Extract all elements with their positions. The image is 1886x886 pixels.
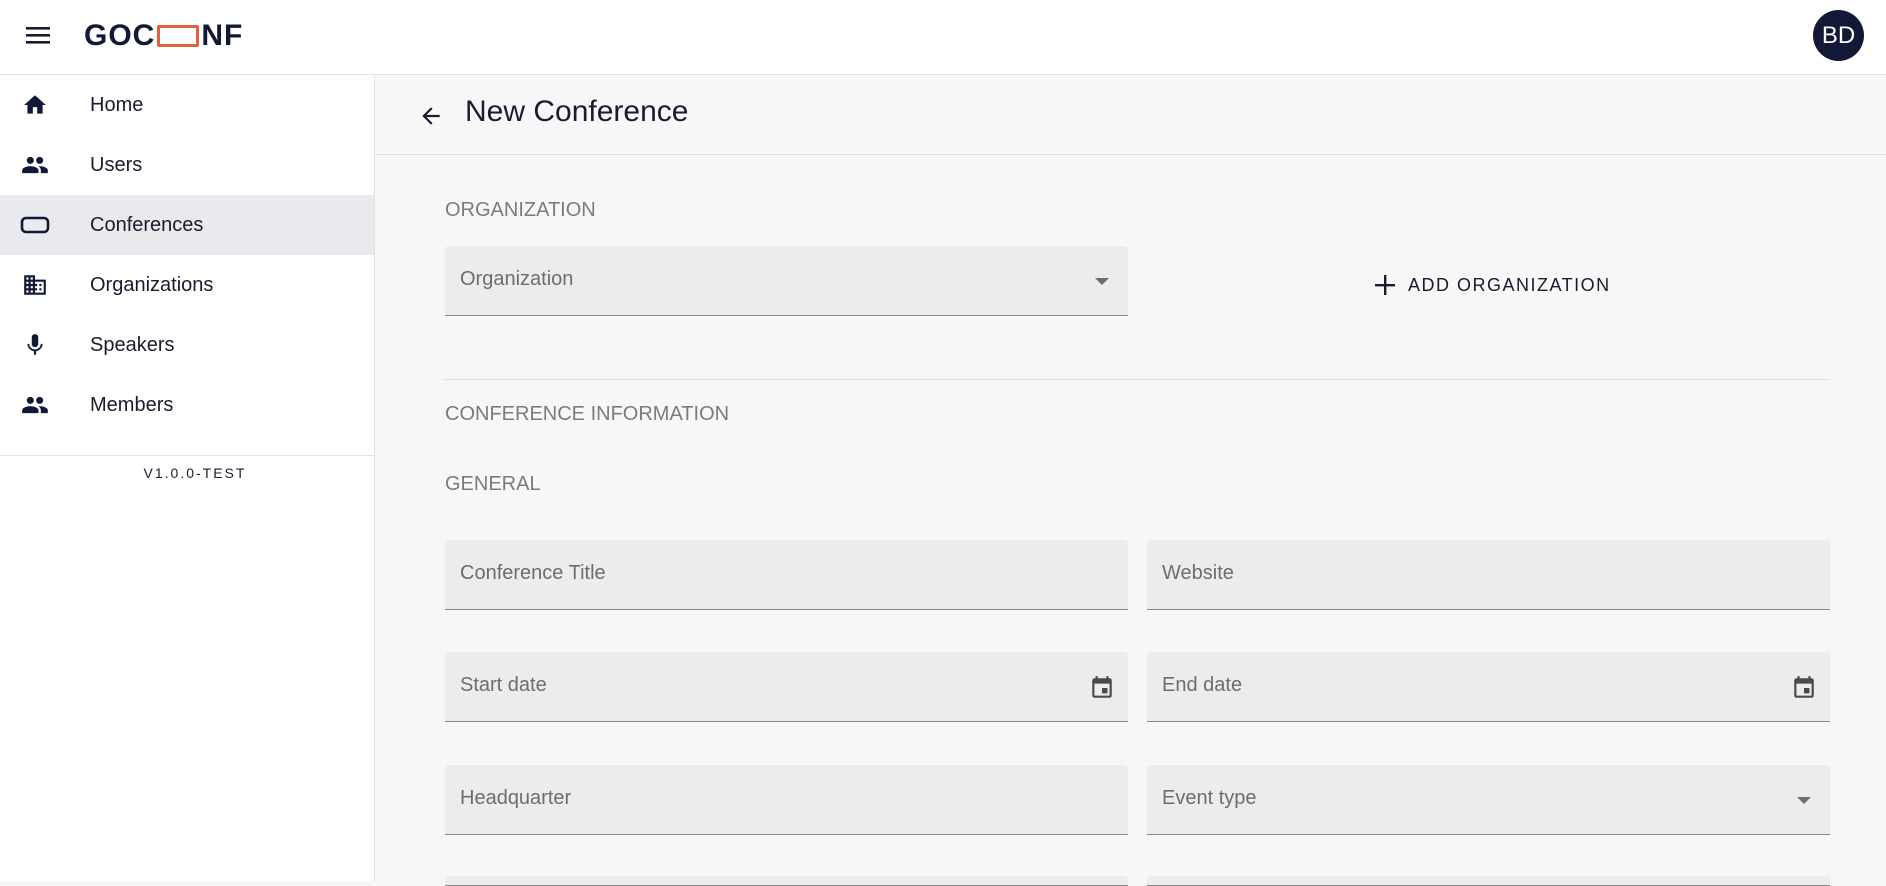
start-date-field[interactable]: Start date xyxy=(445,652,1128,722)
sidebar-item-label: Home xyxy=(90,93,144,116)
app-version: V1.0.0-TEST xyxy=(143,465,247,481)
logo-text-start: GOC xyxy=(84,19,156,52)
plus-icon xyxy=(1370,270,1400,300)
end-date-placeholder: End date xyxy=(1162,674,1243,696)
home-icon xyxy=(20,90,50,120)
sidebar-item-members[interactable]: Members xyxy=(0,375,374,435)
users-icon xyxy=(20,150,50,180)
microphone-icon xyxy=(20,330,50,360)
back-arrow-icon[interactable] xyxy=(414,99,448,133)
calendar-icon[interactable] xyxy=(1088,674,1116,702)
menu-icon[interactable] xyxy=(20,20,58,50)
sidebar-item-organizations[interactable]: Organizations xyxy=(0,255,374,315)
organization-placeholder: Organization xyxy=(460,268,574,290)
conference-title-placeholder: Conference Title xyxy=(460,562,606,584)
next-field-right[interactable] xyxy=(1147,876,1830,886)
page-title: New Conference xyxy=(465,95,689,128)
general-section-title: GENERAL xyxy=(445,473,541,495)
calendar-icon[interactable] xyxy=(1790,674,1818,702)
page-header: New Conference xyxy=(376,75,1886,155)
top-app-bar: GOC NF BD xyxy=(0,0,1886,75)
logo-mark-icon xyxy=(157,25,200,47)
website-field[interactable]: Website xyxy=(1147,540,1830,610)
start-date-placeholder: Start date xyxy=(460,674,547,696)
add-organization-button[interactable]: ADD ORGANIZATION xyxy=(1370,265,1611,305)
organization-section-title: ORGANIZATION xyxy=(445,199,596,221)
main-content: New Conference ORGANIZATION Organization… xyxy=(376,75,1886,886)
sidebar-item-label: Conferences xyxy=(90,213,204,236)
sidebar-item-speakers[interactable]: Speakers xyxy=(0,315,374,375)
sidebar-item-users[interactable]: Users xyxy=(0,135,374,195)
dropdown-arrow-icon xyxy=(1088,268,1116,296)
sidebar-divider xyxy=(0,455,374,456)
headquarter-field[interactable]: Headquarter xyxy=(445,765,1128,835)
event-type-select[interactable]: Event type xyxy=(1147,765,1830,835)
organization-select[interactable]: Organization xyxy=(445,246,1128,316)
sidebar-item-label: Users xyxy=(90,153,143,176)
members-icon xyxy=(20,390,50,420)
sidebar-item-conferences[interactable]: Conferences xyxy=(0,195,374,255)
conference-icon xyxy=(20,210,50,240)
conference-title-field[interactable]: Conference Title xyxy=(445,540,1128,610)
headquarter-placeholder: Headquarter xyxy=(460,787,572,809)
event-type-placeholder: Event type xyxy=(1162,787,1257,809)
dropdown-arrow-icon xyxy=(1790,787,1818,815)
app-logo[interactable]: GOC NF xyxy=(84,18,243,54)
next-field-left[interactable] xyxy=(445,876,1128,886)
organization-icon xyxy=(20,270,50,300)
website-placeholder: Website xyxy=(1162,562,1234,584)
add-organization-label: ADD ORGANIZATION xyxy=(1408,274,1611,295)
sidebar-item-home[interactable]: Home xyxy=(0,75,374,135)
sidebar-item-label: Organizations xyxy=(90,273,214,296)
sidebar-item-label: Speakers xyxy=(90,333,175,356)
logo-text-end: NF xyxy=(201,19,244,52)
end-date-field[interactable]: End date xyxy=(1147,652,1830,722)
sidebar-item-label: Members xyxy=(90,393,174,416)
conference-information-section-title: CONFERENCE INFORMATION xyxy=(445,403,730,425)
sidebar: Home Users Conferences Organizations Spe… xyxy=(0,75,375,881)
user-avatar[interactable]: BD xyxy=(1813,10,1864,61)
section-divider xyxy=(445,379,1829,380)
